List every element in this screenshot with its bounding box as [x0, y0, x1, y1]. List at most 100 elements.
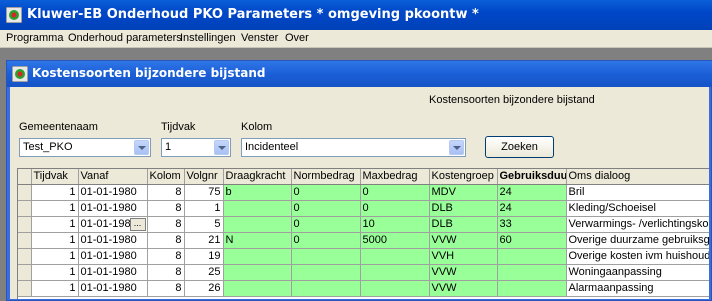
cell-normbedrag[interactable]: 0 [291, 216, 361, 233]
menu-venster[interactable]: Venster [241, 32, 278, 44]
table-row[interactable]: 1 01-01-1980 8 75 b 0 0 MDV 24 Bril [18, 184, 709, 201]
chevron-down-icon[interactable] [214, 140, 229, 155]
row-selector[interactable] [18, 184, 32, 201]
cell-vanaf[interactable]: 01-01-1980... [78, 216, 148, 233]
cell-gebruiksduur[interactable]: 33 [497, 216, 567, 233]
row-selector[interactable] [18, 280, 32, 297]
table-row[interactable]: 1 01-01-1980 8 21 N 0 5000 VVW 60 Overige duurzam… [18, 232, 709, 249]
cell-kostengroep[interactable]: MDV [429, 184, 498, 201]
cell-kostengroep[interactable]: VVW [429, 280, 498, 297]
cell-volgnr[interactable]: 25 [184, 264, 224, 281]
cell-kolom[interactable]: 8 [147, 248, 185, 265]
cell-normbedrag[interactable]: 0 [291, 200, 361, 217]
cell-tijdvak[interactable]: 1 [31, 232, 79, 249]
cell-gebruiksduur[interactable]: 24 [497, 200, 567, 217]
menu-onderhoud-parameters[interactable]: Onderhoud parameters [68, 32, 182, 44]
table-row[interactable]: 1 01-01-1980 8 26 VVW Alarmaanpassing [18, 280, 709, 297]
cell-gebruiksduur[interactable]: 24 [497, 184, 567, 201]
cell-maxbedrag[interactable] [360, 280, 430, 297]
cell-kostengroep[interactable]: VVH [429, 248, 498, 265]
cell-vanaf[interactable]: 01-01-1980 [78, 184, 148, 201]
row-selector[interactable] [18, 232, 32, 249]
cell-draagkracht[interactable] [223, 264, 292, 281]
cell-normbedrag[interactable]: 0 [291, 232, 361, 249]
cell-kolom[interactable]: 8 [147, 264, 185, 281]
cell-vanaf[interactable]: 01-01-1980 [78, 264, 148, 281]
cell-kostengroep[interactable]: VVW [429, 264, 498, 281]
cell-tijdvak[interactable]: 1 [31, 280, 79, 297]
cell-vanaf[interactable]: 01-01-1980 [78, 248, 148, 265]
col-kolom[interactable]: Kolom [147, 169, 185, 185]
chevron-down-icon[interactable] [449, 140, 464, 155]
cell-normbedrag[interactable] [291, 280, 361, 297]
cell-tijdvak[interactable]: 1 [31, 200, 79, 217]
cell-gebruiksduur[interactable] [497, 264, 567, 281]
cell-draagkracht[interactable]: N [223, 232, 292, 249]
col-vanaf[interactable]: Vanaf [78, 169, 148, 185]
child-title-bar[interactable]: Kostensoorten bijzondere bijstand [7, 61, 712, 87]
row-selector[interactable] [18, 216, 32, 233]
cell-draagkracht[interactable]: b [223, 184, 292, 201]
cell-maxbedrag[interactable] [360, 264, 430, 281]
cell-oms-dialoog[interactable]: Kleding/Schoeisel [566, 200, 709, 217]
col-maxbedrag[interactable]: Maxbedrag [360, 169, 430, 185]
cell-draagkracht[interactable] [223, 200, 292, 217]
tijdvak-select[interactable]: 1 [161, 138, 231, 157]
cell-draagkracht[interactable] [223, 216, 292, 233]
col-gebruiksduur[interactable]: Gebruiksduur [497, 169, 567, 185]
cell-kolom[interactable]: 8 [147, 200, 185, 217]
cell-kostengroep[interactable]: DLB [429, 200, 498, 217]
cell-oms-dialoog[interactable]: Bril [566, 184, 709, 201]
menu-instellingen[interactable]: Instellingen [180, 32, 236, 44]
table-row[interactable]: 1 01-01-1980 8 25 VVW Woningaanpassing [18, 264, 709, 281]
cell-tijdvak[interactable]: 1 [31, 184, 79, 201]
cell-volgnr[interactable]: 19 [184, 248, 224, 265]
cell-kolom[interactable]: 8 [147, 280, 185, 297]
cell-gebruiksduur[interactable] [497, 280, 567, 297]
cell-normbedrag[interactable] [291, 264, 361, 281]
cell-normbedrag[interactable] [291, 248, 361, 265]
cell-volgnr[interactable]: 26 [184, 280, 224, 297]
kolom-select[interactable]: Incidenteel [241, 138, 466, 157]
col-normbedrag[interactable]: Normbedrag [291, 169, 361, 185]
cell-kolom[interactable]: 8 [147, 232, 185, 249]
cell-kolom[interactable]: 8 [147, 216, 185, 233]
row-selector[interactable] [18, 248, 32, 265]
search-button[interactable]: Zoeken [485, 136, 554, 158]
row-selector[interactable] [18, 264, 32, 281]
cell-oms-dialoog[interactable]: Overige kosten ivm huishouding [566, 248, 709, 265]
cell-tijdvak[interactable]: 1 [31, 216, 79, 233]
cell-maxbedrag[interactable]: 5000 [360, 232, 430, 249]
cell-oms-dialoog[interactable]: Woningaanpassing [566, 264, 709, 281]
col-oms-dialoog[interactable]: Oms dialoog [566, 169, 709, 185]
cell-normbedrag[interactable]: 0 [291, 184, 361, 201]
table-row[interactable]: 1 01-01-1980 8 19 VVH Overige kosten ivm huis… [18, 248, 709, 265]
cell-maxbedrag[interactable]: 0 [360, 200, 430, 217]
menu-over[interactable]: Over [285, 32, 309, 44]
col-kostengroep[interactable]: Kostengroep [429, 169, 498, 185]
cell-maxbedrag[interactable]: 10 [360, 216, 430, 233]
cell-draagkracht[interactable] [223, 280, 292, 297]
row-selector[interactable] [18, 200, 32, 217]
cell-vanaf[interactable]: 01-01-1980 [78, 232, 148, 249]
cell-volgnr[interactable]: 75 [184, 184, 224, 201]
cell-vanaf[interactable]: 01-01-1980 [78, 280, 148, 297]
table-row[interactable]: 1 01-01-1980 8 1 0 0 DLB 24 Kleding/Schoeisel [18, 200, 709, 217]
cell-maxbedrag[interactable] [360, 248, 430, 265]
cell-kolom[interactable]: 8 [147, 184, 185, 201]
cell-kostengroep[interactable]: VVW [429, 232, 498, 249]
cell-oms-dialoog[interactable]: Verwarmings- /verlichtingskosten [566, 216, 709, 233]
cell-vanaf[interactable]: 01-01-1980 [78, 200, 148, 217]
cell-oms-dialoog[interactable]: Alarmaanpassing [566, 280, 709, 297]
date-picker-button[interactable]: ... [129, 217, 146, 231]
cell-volgnr[interactable]: 21 [184, 232, 224, 249]
cell-kostengroep[interactable]: DLB [429, 216, 498, 233]
col-volgnr[interactable]: Volgnr [184, 169, 224, 185]
cell-gebruiksduur[interactable]: 60 [497, 232, 567, 249]
col-draagkracht[interactable]: Draagkracht [223, 169, 292, 185]
cell-oms-dialoog[interactable]: Overige duurzame gebruiksgoederen [566, 232, 709, 249]
cell-volgnr[interactable]: 1 [184, 200, 224, 217]
gemeente-select[interactable]: Test_PKO [19, 138, 151, 157]
chevron-down-icon[interactable] [134, 140, 149, 155]
cell-gebruiksduur[interactable] [497, 248, 567, 265]
